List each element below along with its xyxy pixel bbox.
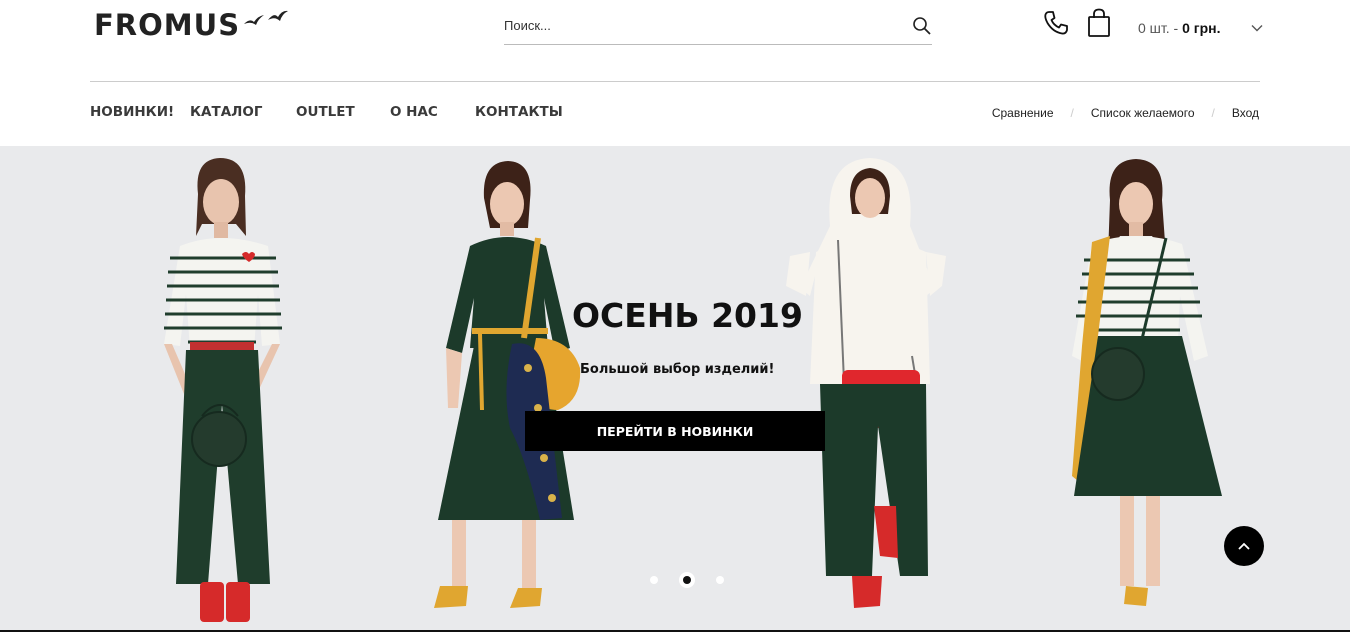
nav-item-catalog[interactable]: КАТАЛОГ (190, 104, 262, 120)
model-image (164, 158, 282, 622)
chevron-down-icon (1251, 25, 1263, 32)
slider-dot-2[interactable] (683, 576, 691, 584)
slider-dot-3[interactable] (716, 576, 724, 584)
go-to-new-button[interactable]: ПЕРЕЙТИ В НОВИНКИ (525, 411, 825, 451)
nav-separator: / (1211, 106, 1215, 120)
brand-logo[interactable]: FROMUS (94, 8, 290, 42)
hero-slider: ОСЕНЬ 2019 Большой выбор изделий! ПЕРЕЙТ… (0, 146, 1350, 632)
search-bar (504, 10, 932, 45)
search-input[interactable] (504, 10, 894, 40)
nav-separator: / (1070, 106, 1074, 120)
brand-name: FROMUS (94, 8, 241, 42)
model-image (786, 158, 946, 608)
cart-separator: - (1169, 20, 1183, 36)
phone-icon[interactable] (1043, 10, 1069, 36)
cart-summary[interactable]: 0 шт. - 0 грн. (1138, 20, 1263, 36)
birds-icon (244, 10, 289, 25)
nav-compare-link[interactable]: Сравнение (992, 106, 1054, 120)
nav-login-link[interactable]: Вход (1232, 106, 1259, 120)
user-nav: Сравнение / Список желаемого / Вход (992, 106, 1259, 120)
model-image (434, 161, 581, 608)
search-icon[interactable] (912, 16, 932, 36)
cart-total: 0 грн. (1182, 20, 1221, 36)
site-header: FROMUS 0 шт. - 0 грн. НОВИНКИ! КАТАЛОГ O… (0, 0, 1350, 146)
model-image (1072, 159, 1222, 606)
header-divider (90, 81, 1260, 82)
hero-subtitle: Большой выбор изделий! (580, 362, 775, 377)
nav-item-new[interactable]: НОВИНКИ! (90, 104, 174, 120)
scroll-to-top-button[interactable] (1224, 526, 1264, 566)
slider-pagination (650, 572, 726, 588)
nav-item-contacts[interactable]: КОНТАКТЫ (475, 104, 563, 120)
nav-item-outlet[interactable]: OUTLET (296, 104, 355, 120)
nav-wishlist-link[interactable]: Список желаемого (1091, 106, 1195, 120)
shopping-bag-icon[interactable] (1087, 8, 1111, 38)
cart-count: 0 шт. (1138, 20, 1170, 36)
nav-item-about[interactable]: О НАС (390, 104, 438, 120)
arrow-up-icon (1238, 542, 1250, 550)
slider-dot-1[interactable] (650, 576, 658, 584)
hero-title: ОСЕНЬ 2019 (572, 296, 803, 335)
